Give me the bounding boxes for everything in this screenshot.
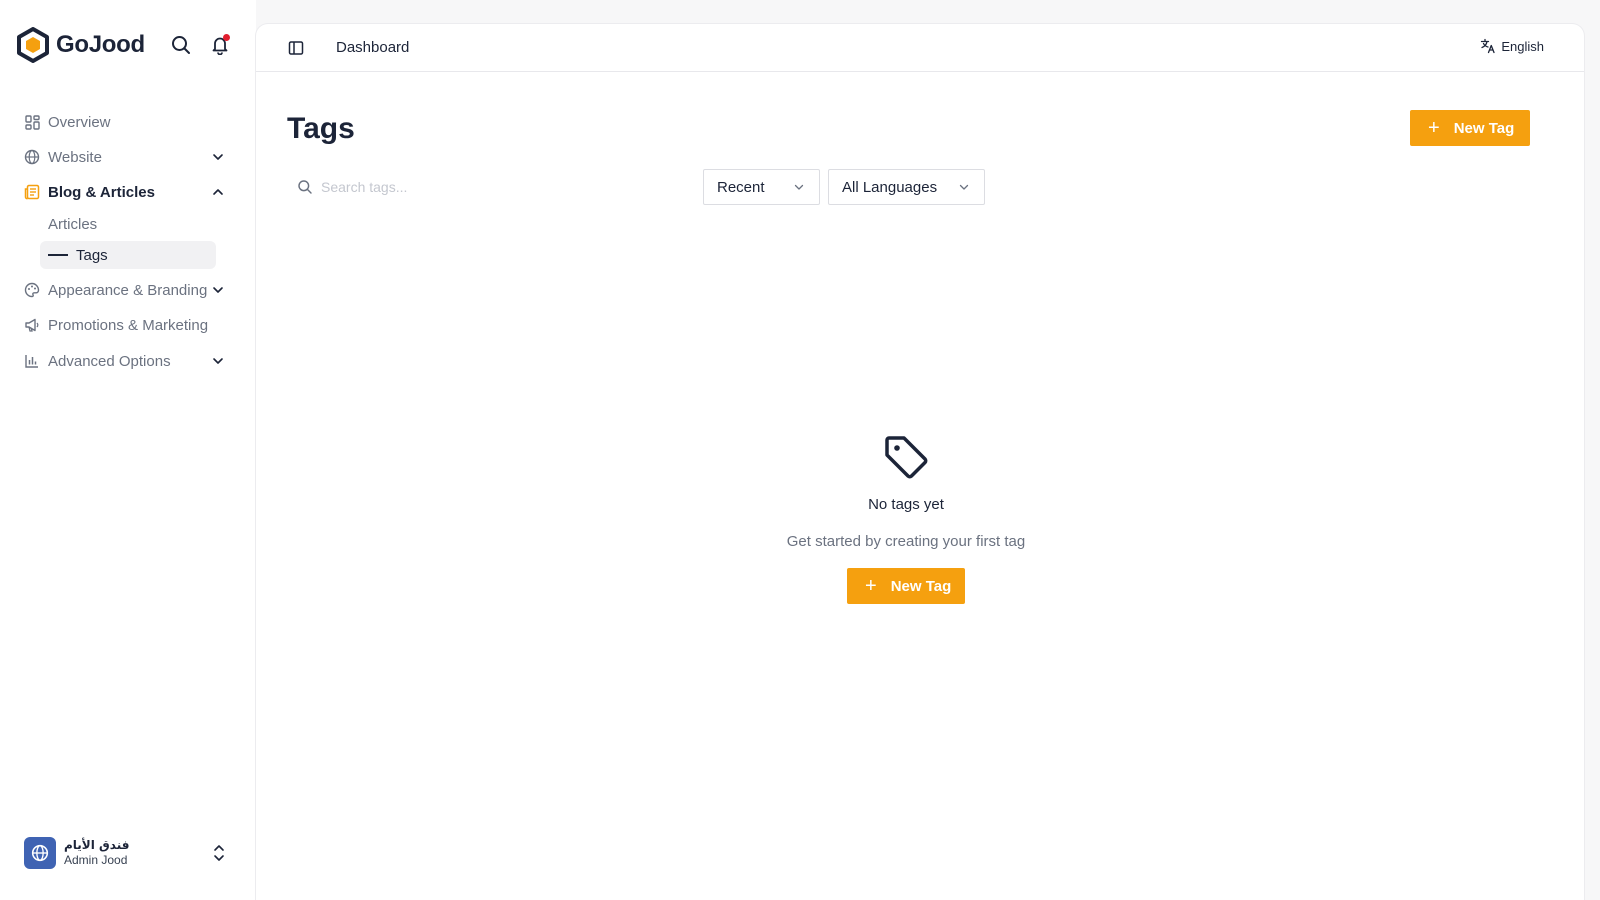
- language-filter-select[interactable]: All Languages: [828, 169, 985, 205]
- sidebar-item-label: Website: [48, 148, 102, 166]
- brand-name: GoJood: [56, 31, 145, 58]
- chevron-down-icon: [213, 287, 223, 293]
- grid-icon: [24, 114, 40, 130]
- newspaper-icon: [24, 184, 40, 200]
- search-box: [287, 169, 707, 205]
- palette-icon: [24, 282, 40, 298]
- search-icon: [172, 36, 190, 54]
- globe-icon: [31, 844, 49, 862]
- sort-select[interactable]: Recent: [703, 169, 820, 205]
- chevron-down-icon: [959, 184, 969, 190]
- search-icon: [298, 180, 312, 194]
- sidebar-item-promotions-marketing[interactable]: Promotions & Marketing: [22, 311, 234, 339]
- chevron-down-icon: [213, 154, 223, 160]
- search-button[interactable]: [170, 34, 192, 56]
- bar-chart-icon: [25, 355, 38, 368]
- new-tag-button-label: New Tag: [1453, 119, 1515, 137]
- sidebar-item-blog-articles[interactable]: Blog & Articles: [22, 178, 234, 206]
- sidebar-item-overview[interactable]: Overview: [22, 108, 234, 136]
- globe-icon: [24, 149, 40, 165]
- active-indicator: [48, 254, 68, 256]
- sidebar-item-advanced-options[interactable]: Advanced Options: [22, 347, 234, 375]
- new-tag-button[interactable]: + New Tag: [1410, 110, 1530, 146]
- notifications-button[interactable]: [209, 34, 231, 56]
- topbar: Dashboard English: [256, 24, 1584, 72]
- megaphone-icon: [25, 318, 39, 332]
- chevrons-up-down-icon: [214, 845, 224, 861]
- sidebar-item-appearance-branding[interactable]: Appearance & Branding: [22, 276, 234, 304]
- main-panel: Dashboard English Tags + New Tag Recent …: [256, 24, 1584, 900]
- sidebar-item-label: Promotions & Marketing: [48, 316, 209, 334]
- chevron-down-icon: [794, 184, 804, 190]
- panel-left-icon: [288, 41, 304, 55]
- sidebar: GoJood Overview Website Blog & Articles: [0, 0, 256, 900]
- empty-state-description: Get started by creating your first tag: [786, 533, 1026, 550]
- account-user-name: Admin Jood: [64, 853, 128, 867]
- plus-icon: +: [865, 575, 877, 597]
- empty-state-button-label: New Tag: [890, 577, 952, 595]
- tag-icon: [885, 436, 928, 479]
- sidebar-item-label: Advanced Options: [48, 352, 171, 370]
- chevron-up-icon: [213, 189, 223, 195]
- plus-icon: +: [1428, 117, 1440, 139]
- empty-state-title: No tags yet: [868, 496, 944, 513]
- sidebar-toggle-button[interactable]: [286, 38, 306, 58]
- sidebar-item-label: Overview: [48, 113, 111, 131]
- language-switcher[interactable]: English: [1480, 38, 1544, 54]
- breadcrumb[interactable]: Dashboard: [336, 39, 409, 56]
- sidebar-item-website[interactable]: Website: [22, 143, 234, 171]
- translate-icon: [1481, 38, 1496, 54]
- language-filter-value: All Languages: [842, 178, 938, 196]
- sidebar-subitem-articles[interactable]: Articles: [40, 210, 216, 238]
- page-title: Tags: [287, 112, 355, 145]
- sort-select-value: Recent: [717, 178, 765, 196]
- avatar: [24, 837, 56, 869]
- notification-dot: [223, 34, 230, 41]
- sidebar-subitem-tags[interactable]: Tags: [40, 241, 216, 269]
- sidebar-subitem-label: Tags: [76, 246, 108, 264]
- language-label: English: [1501, 38, 1544, 54]
- sidebar-subitem-label: Articles: [48, 215, 98, 233]
- sidebar-item-label: Blog & Articles: [48, 183, 155, 201]
- chevron-down-icon: [213, 358, 223, 364]
- account-switcher[interactable]: فندق الأيام Admin Jood: [24, 835, 234, 871]
- brand[interactable]: GoJood: [16, 27, 145, 63]
- search-input[interactable]: [321, 179, 681, 195]
- gojood-logo-icon: [17, 27, 49, 63]
- sidebar-item-label: Appearance & Branding: [48, 281, 208, 299]
- empty-state-new-tag-button[interactable]: + New Tag: [847, 568, 965, 604]
- empty-state: No tags yet Get started by creating your…: [256, 434, 1556, 550]
- account-org-name: فندق الأيام: [64, 838, 130, 852]
